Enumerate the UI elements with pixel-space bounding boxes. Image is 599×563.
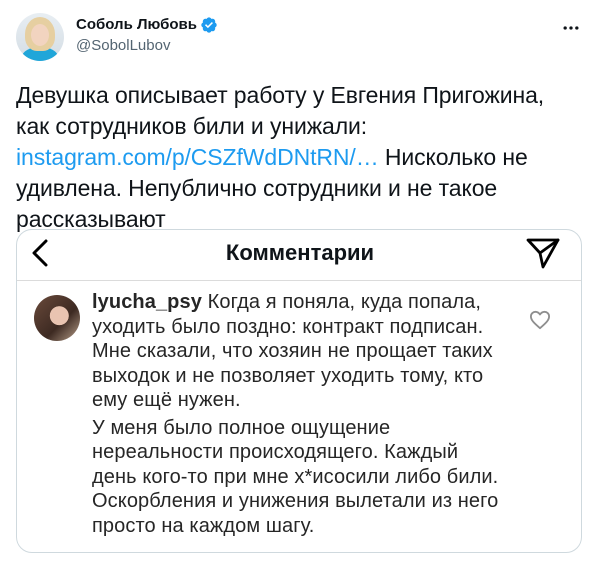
author-info: Соболь Любовь @SobolLubov xyxy=(76,15,218,56)
header-divider xyxy=(17,280,581,281)
heart-outline-icon xyxy=(529,310,551,330)
commenter-avatar xyxy=(34,295,80,341)
instagram-link[interactable]: instagram.com/p/CSZfWdDNtRN/… xyxy=(16,144,379,170)
tweet-text-before-link: Девушка описывает работу у Евгения Приго… xyxy=(16,82,545,139)
comment-username: lyucha_psy xyxy=(92,291,202,313)
tweet: Соболь Любовь @SobolLubov Девушка описыв… xyxy=(0,0,599,563)
comments-title: Комментарии xyxy=(225,240,375,265)
author-display-name[interactable]: Соболь Любовь xyxy=(76,15,197,35)
author-avatar[interactable] xyxy=(16,13,64,61)
comment-paragraph-2: У меня было полное ощущение нереальности… xyxy=(92,416,499,537)
comments-header: Комментарии xyxy=(17,230,581,276)
paper-plane-icon xyxy=(525,235,561,271)
attached-image[interactable]: Комментарии lyucha_psy Когда я поняла, к… xyxy=(16,229,582,553)
tweet-text: Девушка описывает работу у Евгения Приго… xyxy=(16,80,576,235)
author-handle[interactable]: @SobolLubov xyxy=(76,36,218,56)
more-options-icon[interactable] xyxy=(559,16,583,40)
comment-text: lyucha_psy Когда я поняла, куда попала, … xyxy=(92,290,502,538)
verified-badge-icon xyxy=(200,16,218,34)
